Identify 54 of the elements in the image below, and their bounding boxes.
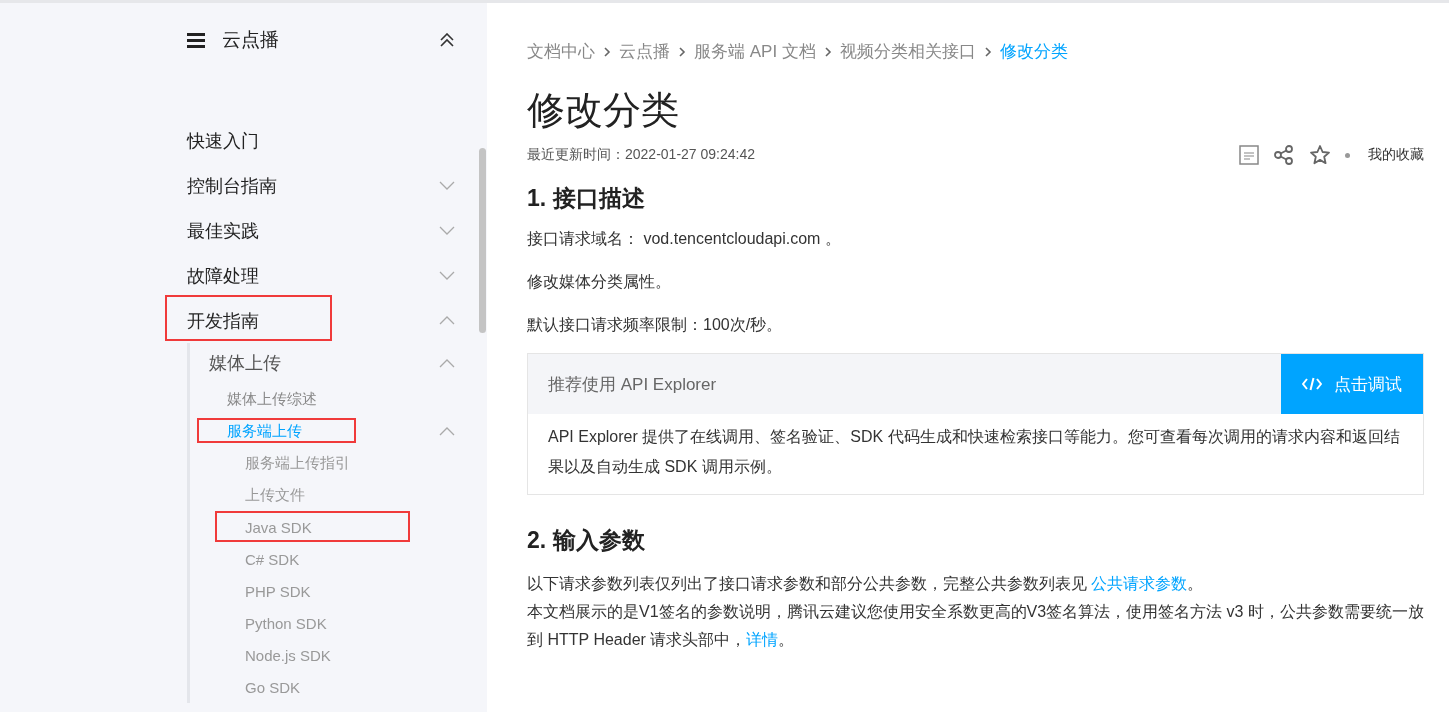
paragraph: 默认接口请求频率限制：100次/秒。 bbox=[527, 315, 784, 335]
page-title: 修改分类 bbox=[527, 88, 680, 133]
breadcrumb-link[interactable]: 文档中心 bbox=[527, 40, 595, 63]
update-time: 最近更新时间：2022-01-27 09:24:42 bbox=[527, 146, 755, 164]
paragraph: 修改媒体分类属性。 bbox=[527, 272, 672, 292]
code-icon bbox=[1302, 376, 1322, 392]
separator-dot bbox=[1345, 152, 1350, 158]
chevron-right-icon bbox=[983, 45, 992, 58]
nav-item[interactable]: C# SDK bbox=[245, 550, 300, 568]
breadcrumb-link[interactable]: 服务端 API 文档 bbox=[694, 40, 816, 63]
chevron-down-icon[interactable] bbox=[439, 271, 455, 280]
text-link[interactable]: 详情 bbox=[746, 631, 779, 648]
nav-item[interactable]: 服务端上传 bbox=[227, 421, 302, 441]
nav-item[interactable]: 媒体上传 bbox=[209, 351, 281, 375]
breadcrumb-link[interactable]: 修改分类 bbox=[999, 40, 1068, 63]
chevron-up-icon[interactable] bbox=[439, 358, 455, 368]
nav-item[interactable]: 上传文件 bbox=[245, 485, 305, 505]
nav-item[interactable]: Java SDK bbox=[245, 518, 312, 536]
nav-item[interactable]: 快速入门 bbox=[187, 128, 259, 153]
breadcrumb-link[interactable]: 视频分类相关接口 bbox=[839, 40, 976, 63]
menu-icon[interactable] bbox=[187, 32, 205, 48]
nav-item[interactable]: 开发指南 bbox=[187, 308, 259, 333]
nav-item[interactable]: 控制台指南 bbox=[187, 173, 277, 198]
share-icon[interactable] bbox=[1273, 144, 1295, 166]
explorer-description: API Explorer 提供了在线调用、签名验证、SDK 代码生成和快速检索接口等能力。您可查看每次调用的请求内容和返回结果以及自动生成 SDK 调用示例。 bbox=[547, 427, 1401, 477]
section-heading: 1. 接口描述 bbox=[527, 184, 646, 213]
chevron-up-icon[interactable] bbox=[439, 316, 455, 325]
nav-item[interactable]: 最佳实践 bbox=[187, 218, 259, 243]
star-icon[interactable] bbox=[1309, 144, 1331, 166]
chevron-up-icon[interactable] bbox=[439, 426, 455, 436]
debug-button[interactable]: 点击调试 bbox=[1281, 354, 1423, 414]
favorites-link[interactable]: 我的收藏 bbox=[1368, 146, 1424, 164]
text-link[interactable]: 公共请求参数 bbox=[1091, 575, 1188, 592]
nav-item[interactable]: 媒体上传综述 bbox=[227, 389, 317, 409]
nav-item[interactable]: Node.js SDK bbox=[245, 646, 331, 664]
paragraph: 以下请求参数列表仅列出了接口请求参数和部分公共参数，完整公共参数列表见 公共请求参数。 bbox=[527, 574, 1205, 594]
collapse-icon[interactable] bbox=[439, 33, 455, 47]
chevron-right-icon bbox=[678, 45, 686, 58]
chevron-right-icon bbox=[823, 45, 832, 58]
nav-item[interactable]: PHP SDK bbox=[245, 582, 311, 600]
scrollbar[interactable] bbox=[479, 148, 486, 333]
chevron-down-icon[interactable] bbox=[439, 226, 455, 235]
breadcrumb-link[interactable]: 云点播 bbox=[619, 40, 670, 63]
chevron-right-icon bbox=[603, 45, 611, 58]
nav-item[interactable]: Python SDK bbox=[245, 614, 327, 632]
paragraph: 接口请求域名： vod.tencentcloudapi.com 。 bbox=[527, 229, 842, 249]
nav-item[interactable]: 服务端上传指引 bbox=[245, 453, 350, 473]
paragraph: 本文档展示的是V1签名的参数说明，腾讯云建议您使用安全系数更高的V3签名算法，使用签名方法 v3 时，公共参数需要统一放到 HTTP Header 请求头部中，详情。 bbox=[527, 602, 1424, 650]
nav-item[interactable]: Go SDK bbox=[245, 678, 301, 696]
section-heading: 2. 输入参数 bbox=[527, 526, 646, 555]
explorer-title: 推荐使用 API Explorer bbox=[548, 373, 717, 396]
nav-item[interactable]: 故障处理 bbox=[187, 263, 259, 288]
product-title: 云点播 bbox=[222, 28, 280, 52]
chevron-down-icon[interactable] bbox=[439, 181, 455, 190]
